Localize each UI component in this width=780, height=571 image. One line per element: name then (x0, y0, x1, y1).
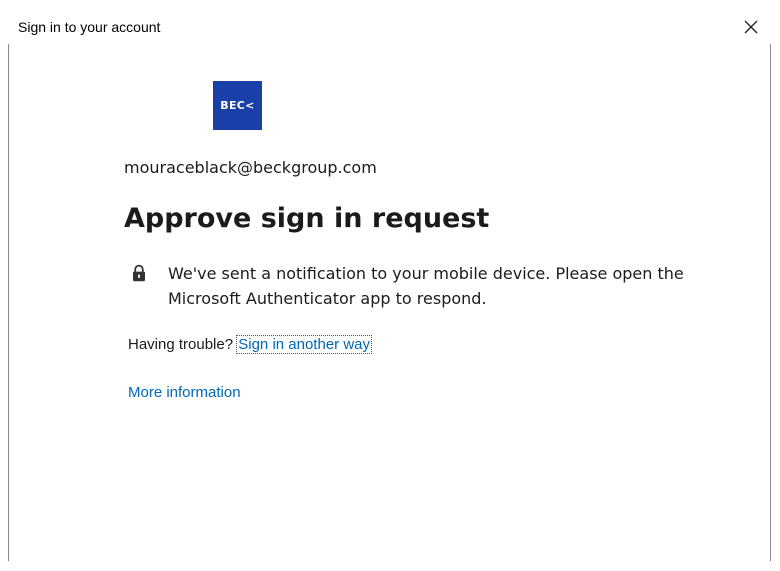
window-border-left (8, 44, 9, 561)
close-button[interactable] (738, 14, 764, 40)
sign-in-another-way-link[interactable]: Sign in another way (236, 335, 372, 354)
lock-icon (133, 264, 145, 282)
title-bar: Sign in to your account (0, 0, 780, 44)
close-icon (744, 20, 758, 34)
more-information-link[interactable]: More information (128, 384, 241, 401)
window-border-right (770, 44, 771, 561)
trouble-row: Having trouble? Sign in another way (128, 335, 372, 354)
account-email: mouraceblack@beckgroup.com (124, 158, 377, 177)
window-title: Sign in to your account (18, 19, 161, 35)
notification-text: We've sent a notification to your mobile… (168, 264, 684, 308)
sign-in-window: Sign in to your account BEC< mouraceblac… (0, 0, 780, 571)
logo-text: BEC< (220, 99, 255, 112)
trouble-prompt: Having trouble? (128, 336, 234, 353)
page-title: Approve sign in request (124, 203, 490, 234)
company-logo: BEC< (213, 81, 262, 130)
